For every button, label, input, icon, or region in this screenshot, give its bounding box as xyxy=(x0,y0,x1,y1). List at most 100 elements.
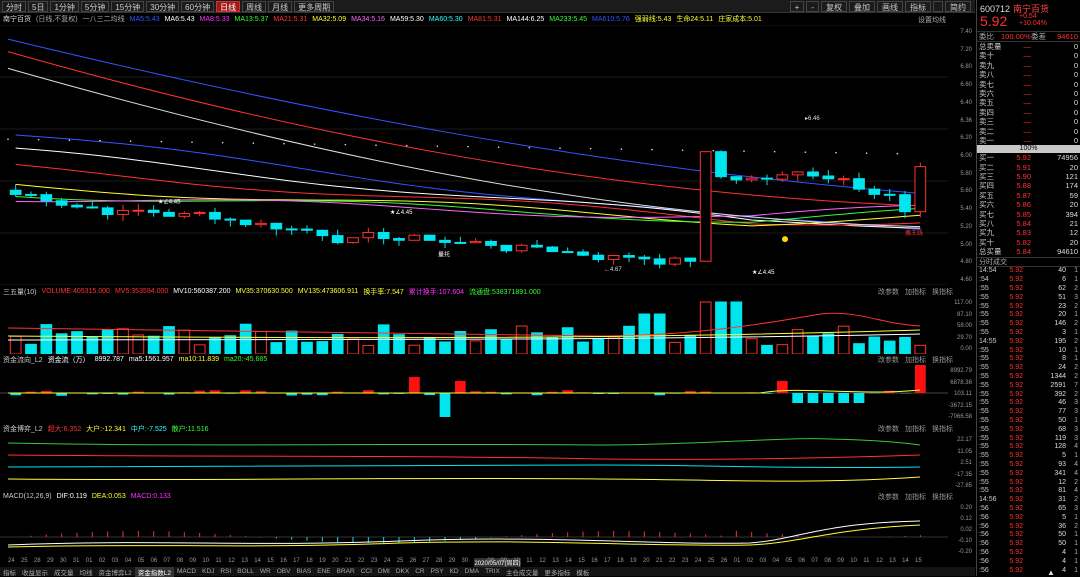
candle xyxy=(731,177,742,180)
tick-row: :565.9241 xyxy=(979,566,1078,575)
tick-row: :565.92501 xyxy=(979,539,1078,548)
period-10[interactable]: 更多周期 xyxy=(294,1,334,12)
period-8[interactable]: 周线 xyxy=(242,1,266,12)
ask-level: 卖七 xyxy=(979,80,1003,89)
tick-pr: 5.92 xyxy=(1001,470,1023,477)
wb-value: 100.00% xyxy=(1001,32,1031,41)
indicator-tab-17[interactable]: DKX xyxy=(393,568,412,575)
candle xyxy=(102,208,113,215)
ma-value-2: MA8:5.33 xyxy=(200,16,230,23)
ma-settings-link[interactable]: 设置均线 xyxy=(918,15,946,25)
bid-level: 买八 xyxy=(979,219,1003,228)
indicator-tab-8[interactable]: RSI xyxy=(217,568,234,575)
candle xyxy=(348,238,359,243)
tick-v: 119 xyxy=(1023,435,1066,442)
indicator-tab-22[interactable]: TRIX xyxy=(482,568,503,575)
indicator-tab-1[interactable]: 收益显示 xyxy=(19,567,51,577)
indicator-tab-5[interactable]: 资金指数L2 xyxy=(135,567,174,577)
ask-level: 卖六 xyxy=(979,89,1003,98)
indicator-tab-15[interactable]: CCI xyxy=(358,568,375,575)
fund-bar xyxy=(762,393,773,394)
period-1[interactable]: 5日 xyxy=(28,1,48,12)
indicator-tab-19[interactable]: PSY xyxy=(428,568,447,575)
indicator-tab-9[interactable]: BOLL xyxy=(234,568,257,575)
ask-row: 卖六—0 xyxy=(979,89,1078,98)
chart-tool-0[interactable]: + xyxy=(790,1,805,12)
volume-chart[interactable] xyxy=(0,296,948,354)
indicator-tab-12[interactable]: BIAS xyxy=(293,568,314,575)
axis-label: 7.20 xyxy=(960,47,972,53)
date-tick: 09 xyxy=(837,558,844,564)
indicator-tab-0[interactable]: 指标 xyxy=(0,567,19,577)
quote-panel: 600712南宁百货 5.92 +0.54+10.04% 委比 100.00% … xyxy=(976,0,1080,576)
date-tick: 11 xyxy=(215,558,221,564)
date-tick: 22 xyxy=(669,558,676,564)
indicator-tab-24[interactable]: 更多指标 xyxy=(541,567,573,577)
tick-t: :56 xyxy=(979,531,1001,538)
axis-label: 5.40 xyxy=(960,206,972,212)
ask-price: — xyxy=(1003,70,1031,79)
indicator-tab-4[interactable]: 资金博弈L2 xyxy=(96,567,135,577)
tick-pr: 5.92 xyxy=(1001,303,1023,310)
indicator-tab-13[interactable]: ENE xyxy=(314,568,333,575)
indicator-tab-21[interactable]: DMA xyxy=(462,568,482,575)
vol-value-5: 换手率:7.547 xyxy=(363,287,403,296)
chart-tool-3[interactable]: 叠加 xyxy=(849,1,875,12)
indicator-tab-11[interactable]: OBV xyxy=(274,568,294,575)
tick-n: 4 xyxy=(1066,487,1078,494)
tick-n: 2 xyxy=(1066,373,1078,380)
period-4[interactable]: 15分钟 xyxy=(111,1,144,12)
date-tick: 10 xyxy=(513,558,520,564)
indicator-tab-6[interactable]: MACD xyxy=(174,568,199,575)
candlestick-chart[interactable]: ▸6.46★∠4.45★∠4.45★∠4.45←4.67量托擒王线 xyxy=(0,25,948,285)
indicator-tab-23[interactable]: 主仓成交量 xyxy=(503,567,542,577)
date-tick: 20 xyxy=(643,558,650,564)
chart-tool-7[interactable]: 简约 xyxy=(945,1,971,12)
ask-volume: 0 xyxy=(1031,70,1078,79)
candle xyxy=(685,258,696,261)
indicator-tab-2[interactable]: 成交量 xyxy=(51,567,77,577)
period-6[interactable]: 60分钟 xyxy=(181,1,214,12)
period-0[interactable]: 分时 xyxy=(2,1,26,12)
tick-t: :55 xyxy=(979,320,1001,327)
period-3[interactable]: 5分钟 xyxy=(81,1,109,12)
volume-support-label: 量托 xyxy=(438,251,450,259)
period-5[interactable]: 30分钟 xyxy=(146,1,179,12)
track-value-3: 散户:11.516 xyxy=(172,424,209,433)
fund-flow-chart[interactable] xyxy=(0,364,948,422)
ask-volume: 0 xyxy=(1031,89,1078,98)
chart-tool-6[interactable] xyxy=(933,1,943,12)
capital-game-chart[interactable] xyxy=(0,433,948,491)
chart-tool-5[interactable]: 指标 xyxy=(905,1,931,12)
period-2[interactable]: 1分钟 xyxy=(50,1,78,12)
chart-tool-4[interactable]: 画线 xyxy=(877,1,903,12)
chart-tool-1[interactable]: - xyxy=(806,1,819,12)
candle xyxy=(501,245,512,250)
chart-tool-2[interactable]: 复权 xyxy=(821,1,847,12)
date-tick: 10 xyxy=(202,558,209,564)
macd-chart[interactable] xyxy=(0,501,948,557)
indicator-tab-14[interactable]: BRAR xyxy=(334,568,358,575)
macd-name: MACD(12,26,9) xyxy=(3,493,52,500)
indicator-tab-10[interactable]: WR xyxy=(257,568,274,575)
indicator-tabs: 指标收益显示成交量均线资金博弈L2资金指数L2MACDKDJRSIBOLLWRO… xyxy=(0,567,975,576)
period-9[interactable]: 月线 xyxy=(268,1,292,12)
volume-bar xyxy=(133,335,144,354)
tick-pr: 5.92 xyxy=(1001,373,1023,380)
indicator-tab-16[interactable]: DMI xyxy=(375,568,393,575)
fund-bar xyxy=(409,377,420,393)
ask-price: — xyxy=(1003,136,1031,145)
indicator-tab-18[interactable]: CR xyxy=(412,568,427,575)
bid-ratio-row: 委比 100.00% 委差 94610 xyxy=(977,32,1080,42)
candle xyxy=(823,176,834,179)
period-7[interactable]: 日线 xyxy=(216,1,240,12)
indicator-tab-25[interactable]: 模板 xyxy=(573,567,592,577)
indicator-tab-3[interactable]: 均线 xyxy=(77,567,96,577)
indicator-tab-7[interactable]: KDJ xyxy=(199,568,217,575)
candle xyxy=(455,242,466,243)
candle xyxy=(317,230,328,235)
date-tick: 18 xyxy=(617,558,624,564)
tick-v: 341 xyxy=(1023,470,1066,477)
bid-level: 总买量 xyxy=(979,247,1003,256)
indicator-tab-20[interactable]: KD xyxy=(447,568,462,575)
